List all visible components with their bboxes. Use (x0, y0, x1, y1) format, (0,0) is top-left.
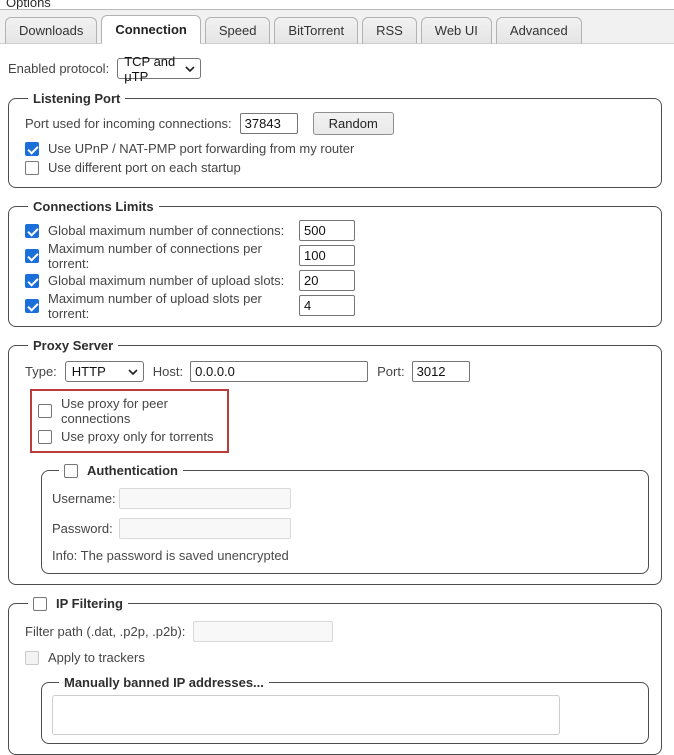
proxy-server-legend: Proxy Server (28, 338, 118, 353)
incoming-port-label: Port used for incoming connections: (25, 116, 232, 131)
proxy-host-label: Host: (153, 364, 183, 379)
upnp-label: Use UPnP / NAT-PMP port forwarding from … (48, 141, 354, 156)
proxy-password-label: Password: (52, 521, 119, 536)
proxy-host-input[interactable] (190, 361, 368, 382)
tab-speed[interactable]: Speed (205, 17, 271, 44)
enabled-protocol-value: TCP and μTP (124, 54, 177, 84)
tab-downloads[interactable]: Downloads (5, 17, 97, 44)
tab-webui[interactable]: Web UI (421, 17, 492, 44)
proxy-authentication-legend: Authentication (59, 463, 183, 478)
window-title: Options (0, 0, 674, 9)
proxy-peer-connections-checkbox[interactable] (38, 404, 52, 418)
different-port-label: Use different port on each startup (48, 160, 241, 175)
different-port-checkbox[interactable] (25, 161, 39, 175)
authentication-legend-label: Authentication (87, 463, 178, 478)
filter-path-label: Filter path (.dat, .p2p, .p2b): (25, 624, 185, 639)
proxy-only-torrents-checkbox[interactable] (38, 430, 52, 444)
global-upload-slots-checkbox[interactable] (25, 274, 39, 288)
incoming-port-input[interactable] (240, 113, 298, 134)
filter-path-input (193, 621, 333, 642)
chevron-down-icon (128, 369, 138, 375)
listening-port-legend: Listening Port (28, 91, 125, 106)
password-info-text: Info: The password is saved unencrypted (52, 548, 638, 563)
limit-row-upload-slots-per-torrent: Maximum number of upload slots per torre… (25, 293, 651, 318)
global-upload-slots-label: Global maximum number of upload slots: (48, 273, 290, 288)
connections-limits-legend: Connections Limits (28, 199, 159, 214)
limit-row-connections-per-torrent: Maximum number of connections per torren… (25, 243, 651, 268)
connections-per-torrent-checkbox[interactable] (25, 249, 39, 263)
proxy-only-torrents-label: Use proxy only for torrents (61, 429, 213, 444)
tab-rss[interactable]: RSS (362, 17, 417, 44)
upload-slots-per-torrent-input[interactable] (299, 295, 355, 316)
connections-per-torrent-input[interactable] (299, 245, 355, 266)
ip-filtering-section: IP Filtering Filter path (.dat, .p2p, .p… (8, 596, 662, 755)
upload-slots-per-torrent-label: Maximum number of upload slots per torre… (48, 291, 290, 321)
proxy-port-label: Port: (377, 364, 404, 379)
proxy-password-input (119, 518, 291, 539)
tab-bittorrent[interactable]: BitTorrent (274, 17, 358, 44)
random-port-button[interactable]: Random (313, 112, 394, 135)
proxy-type-select[interactable]: HTTP (65, 361, 144, 382)
banned-ip-section: Manually banned IP addresses... (41, 675, 649, 744)
tab-connection[interactable]: Connection (101, 15, 201, 44)
enabled-protocol-label: Enabled protocol: (8, 61, 109, 76)
proxy-type-label: Type: (25, 364, 57, 379)
global-connections-checkbox[interactable] (25, 224, 39, 238)
banned-ip-textarea[interactable] (52, 695, 560, 735)
tab-bar: Downloads Connection Speed BitTorrent RS… (0, 9, 674, 44)
proxy-authentication-section: Authentication Username: Password: Info:… (41, 463, 649, 574)
global-upload-slots-input[interactable] (299, 270, 355, 291)
upload-slots-per-torrent-checkbox[interactable] (25, 299, 39, 313)
ip-filtering-legend: IP Filtering (28, 596, 128, 611)
chevron-down-icon (185, 66, 195, 72)
ip-filtering-legend-label: IP Filtering (56, 596, 123, 611)
proxy-username-label: Username: (52, 491, 119, 506)
proxy-username-input (119, 488, 291, 509)
connections-per-torrent-label: Maximum number of connections per torren… (48, 241, 290, 271)
ip-filtering-checkbox[interactable] (33, 597, 47, 611)
listening-port-section: Listening Port Port used for incoming co… (8, 91, 662, 188)
limit-row-global-upload-slots: Global maximum number of upload slots: (25, 268, 651, 293)
proxy-type-value: HTTP (72, 364, 106, 379)
apply-to-trackers-checkbox (25, 651, 39, 665)
proxy-server-section: Proxy Server Type: HTTP Host: Port: Use … (8, 338, 662, 585)
global-connections-input[interactable] (299, 220, 355, 241)
apply-to-trackers-label: Apply to trackers (48, 650, 145, 665)
proxy-options-highlight-box: Use proxy for peer connections Use proxy… (30, 389, 229, 453)
proxy-port-input[interactable] (412, 361, 470, 382)
tab-advanced[interactable]: Advanced (496, 17, 582, 44)
upnp-checkbox[interactable] (25, 142, 39, 156)
enabled-protocol-select[interactable]: TCP and μTP (117, 58, 201, 79)
connections-limits-section: Connections Limits Global maximum number… (8, 199, 662, 327)
global-connections-label: Global maximum number of connections: (48, 223, 290, 238)
authentication-checkbox[interactable] (64, 464, 78, 478)
connection-tab-panel: Enabled protocol: TCP and μTP Listening … (0, 44, 674, 755)
window-title-bar: Options (0, 0, 674, 9)
limit-row-global-connections: Global maximum number of connections: (25, 218, 651, 243)
proxy-peer-connections-label: Use proxy for peer connections (61, 396, 223, 426)
banned-ip-legend: Manually banned IP addresses... (59, 675, 269, 690)
